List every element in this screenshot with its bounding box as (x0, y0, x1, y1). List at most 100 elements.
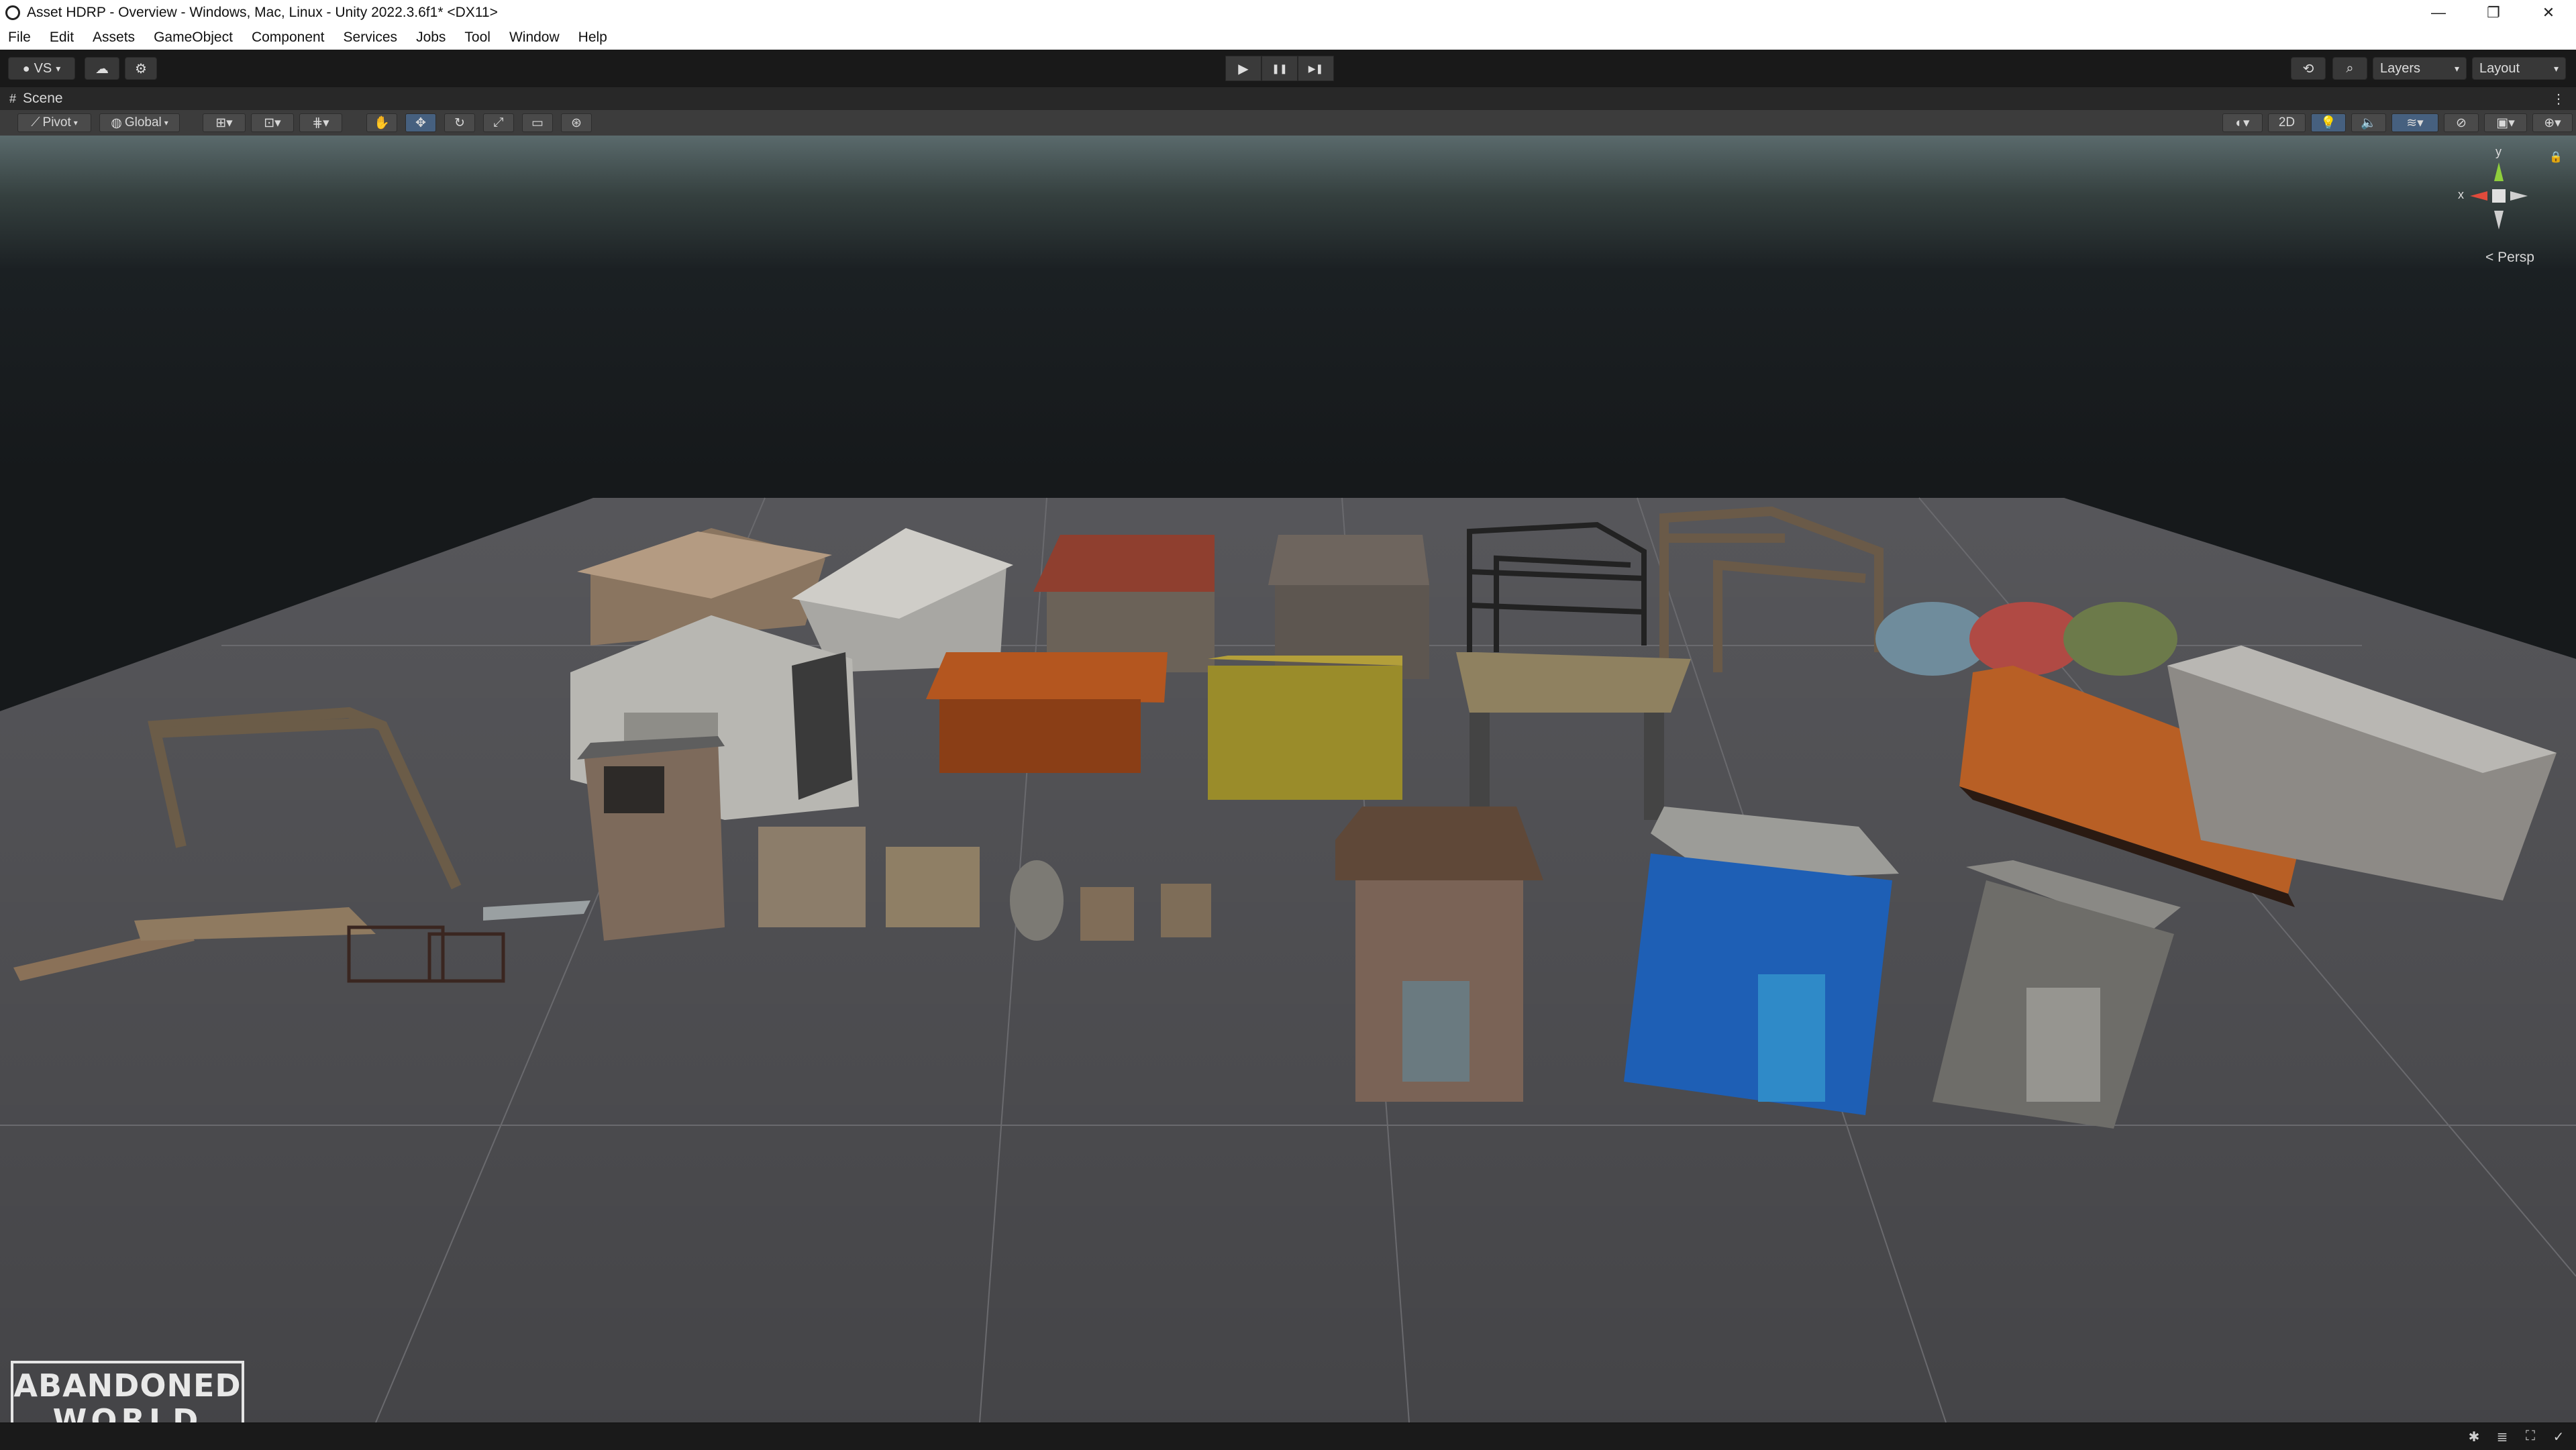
snap-icon: ⊡▾ (264, 115, 281, 130)
pivot-icon: ⟋ (31, 115, 40, 130)
grid-visibility-button[interactable]: ⋕▾ (299, 113, 342, 132)
menu-tool[interactable]: Tool (455, 30, 500, 46)
2d-label: 2D (2278, 115, 2296, 130)
camera-icon: ▣▾ (2496, 115, 2515, 130)
main-toolbar: ● VS ▾ ☁ ⚙ ▶ ❚❚ ▶❚ ⟲ ⌕ Layers ▾ Layout ▾ (0, 50, 2576, 89)
hidden-objects-toggle[interactable]: ⊘ (2444, 113, 2479, 132)
lighting-toggle[interactable]: 💡 (2311, 113, 2346, 132)
more-options-icon[interactable]: ⋮ (2552, 91, 2565, 107)
chevron-down-icon: ▾ (2553, 62, 2559, 74)
window-controls: — ❐ ✕ (2411, 0, 2576, 25)
shed-red-roof (1033, 535, 1215, 672)
gizmo-y-label: y (2495, 145, 2502, 158)
close-button[interactable]: ✕ (2521, 0, 2576, 25)
menu-file[interactable]: File (0, 30, 40, 46)
move-icon: ✥ (415, 115, 426, 130)
chevron-down-icon: ▾ (164, 118, 168, 127)
menu-jobs[interactable]: Jobs (407, 30, 455, 46)
effects-icon: ≋▾ (2406, 115, 2424, 130)
lightbulb-icon: 💡 (2320, 116, 2336, 130)
menu-window[interactable]: Window (500, 30, 569, 46)
audio-toggle[interactable]: 🔈 (2351, 113, 2386, 132)
logo-line-1: ABANDONED (13, 1367, 242, 1404)
small-crate-2 (1161, 884, 1211, 937)
restore-button[interactable]: ❐ (2466, 0, 2521, 25)
barrel-tank-green (2063, 602, 2177, 676)
orientation-gizmo[interactable]: y x 🔒 (2455, 145, 2563, 236)
rotate-icon: ↻ (454, 115, 465, 130)
global-dropdown[interactable]: ◍ Global ▾ (99, 113, 180, 132)
shading-icon: ◐▾ (2235, 115, 2250, 130)
globe-icon: ◍ (111, 115, 122, 130)
network-icon[interactable]: ⛶ (2522, 1429, 2538, 1445)
scene-grid-icon: # (9, 91, 17, 105)
layers-stack-icon[interactable]: ≣ (2494, 1429, 2510, 1445)
scene-tab-bar: # Scene ⋮ (0, 87, 2576, 110)
increment-snap-button[interactable]: ⊡▾ (251, 113, 294, 132)
hand-icon: ✋ (374, 116, 390, 130)
scene-viewport[interactable]: y x 🔒 < Persp ABANDONED WORLD (0, 136, 2576, 1422)
audio-icon: 🔈 (2361, 116, 2377, 130)
lock-icon[interactable]: 🔒 (2549, 150, 2563, 164)
history-icon: ⟲ (2302, 61, 2314, 76)
gear-icon: ⚙ (135, 61, 147, 76)
rotate-tool-button[interactable]: ↻ (444, 113, 475, 132)
grid-snapping-button[interactable]: ⊞▾ (203, 113, 246, 132)
rect-icon: ▭ (531, 115, 544, 130)
cloud-button[interactable]: ☁ (85, 57, 119, 80)
2d-toggle[interactable]: 2D (2268, 113, 2306, 132)
history-button[interactable]: ⟲ (2291, 57, 2326, 80)
gizmos-dropdown[interactable]: ⊕▾ (2532, 113, 2573, 132)
chevron-down-icon: ▾ (73, 118, 78, 127)
search-icon: ⌕ (2346, 60, 2354, 76)
layout-label: Layout (2479, 60, 2520, 76)
layout-dropdown[interactable]: Layout ▾ (2472, 57, 2566, 80)
play-controls: ▶ ❚❚ ▶❚ (1225, 56, 1334, 81)
menu-component[interactable]: Component (242, 30, 334, 46)
tab-scene[interactable]: Scene (23, 91, 63, 107)
move-tool-button[interactable]: ✥ (405, 113, 436, 132)
menu-help[interactable]: Help (569, 30, 617, 46)
small-hut-2 (886, 847, 980, 927)
rect-tool-button[interactable]: ▭ (522, 113, 553, 132)
step-button[interactable]: ▶❚ (1298, 56, 1334, 81)
menu-assets[interactable]: Assets (83, 30, 144, 46)
draw-mode-dropdown[interactable]: ◐▾ (2222, 113, 2263, 132)
transform-icon: ⊛ (571, 115, 582, 130)
search-button[interactable]: ⌕ (2332, 57, 2367, 80)
logo-line-2: WORLD (52, 1402, 203, 1422)
camera-settings-dropdown[interactable]: ▣▾ (2484, 113, 2527, 132)
pivot-dropdown[interactable]: ⟋ Pivot ▾ (17, 113, 91, 132)
layers-label: Layers (2380, 60, 2421, 76)
hand-tool-button[interactable]: ✋ (366, 113, 397, 132)
status-bar: ✱ ≣ ⛶ ✓ (0, 1422, 2576, 1450)
title-bar: Asset HDRP - Overview - Windows, Mac, Li… (0, 0, 2576, 25)
menu-gameobject[interactable]: GameObject (144, 30, 242, 46)
minimize-button[interactable]: — (2411, 0, 2466, 25)
effects-dropdown[interactable]: ≋▾ (2391, 113, 2438, 132)
play-button[interactable]: ▶ (1225, 56, 1261, 81)
layers-dropdown[interactable]: Layers ▾ (2373, 57, 2467, 80)
cloud-icon: ☁ (95, 61, 109, 76)
menu-services[interactable]: Services (334, 30, 407, 46)
transform-tool-button[interactable]: ⊛ (561, 113, 592, 132)
scale-tool-button[interactable]: ⤢ (483, 113, 514, 132)
account-dropdown[interactable]: ● VS ▾ (8, 57, 75, 80)
axis-gizmo-icon (2470, 162, 2528, 229)
menu-edit[interactable]: Edit (40, 30, 83, 46)
projection-label[interactable]: < Persp (2485, 250, 2534, 266)
pause-icon: ❚❚ (1272, 62, 1288, 74)
gizmos-icon: ⊕▾ (2544, 115, 2561, 130)
grid-snap-icon: ⊞▾ (215, 115, 233, 130)
pause-button[interactable]: ❚❚ (1261, 56, 1298, 81)
water-tank (1010, 860, 1064, 941)
chevron-down-icon: ▾ (56, 62, 61, 74)
unity-logo-icon (5, 5, 20, 20)
chevron-down-icon: ▾ (2454, 62, 2459, 74)
bug-icon[interactable]: ✱ (2466, 1429, 2482, 1445)
brick-booth (1335, 807, 1543, 1102)
check-circle-icon[interactable]: ✓ (2551, 1429, 2567, 1445)
collab-button[interactable]: ⚙ (125, 57, 157, 80)
abandoned-world-logo: ABANDONED WORLD (11, 1361, 244, 1422)
small-crate-1 (1080, 887, 1134, 941)
